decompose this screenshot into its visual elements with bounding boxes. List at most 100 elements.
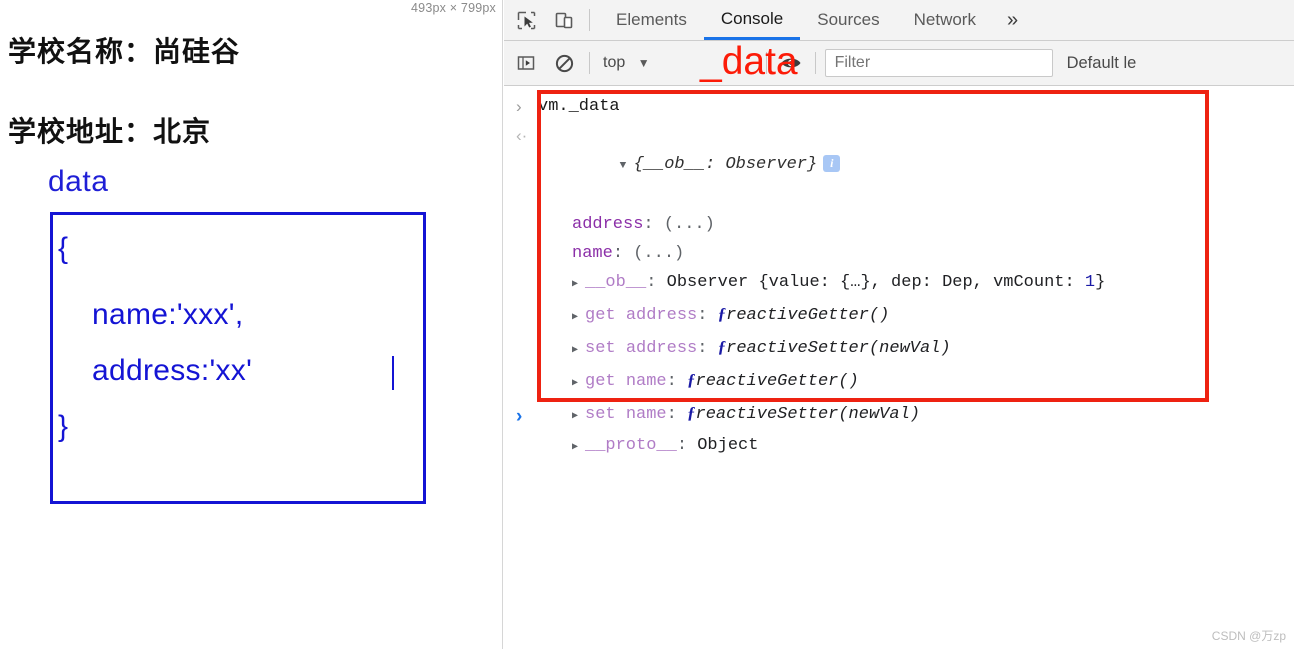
tab-network-label: Network bbox=[913, 10, 976, 29]
property-ob-key: __ob__ bbox=[585, 273, 647, 292]
devtools-panel: Elements Console Sources Network » top ▼… bbox=[504, 0, 1294, 649]
tab-sources-label: Sources bbox=[817, 10, 880, 29]
code-open-brace: { bbox=[58, 232, 69, 265]
property-ob-vmcount: 1 bbox=[1084, 273, 1096, 292]
property-name-value[interactable]: (...) bbox=[623, 244, 684, 263]
accessor-3-fn: reactiveSetter(newVal) bbox=[695, 405, 920, 424]
school-name-text: 学校名称：尚硅谷 bbox=[8, 36, 241, 67]
tab-network[interactable]: Network bbox=[897, 0, 993, 40]
accessor-0-prefix: get bbox=[585, 306, 626, 325]
property-proto-key: __proto__ bbox=[585, 436, 677, 455]
tab-sources[interactable]: Sources bbox=[800, 0, 896, 40]
accessor-1-fn-keyword: ƒ bbox=[717, 337, 727, 356]
property-address-sep: : bbox=[643, 215, 654, 234]
execution-context-label: top bbox=[603, 54, 626, 71]
code-close-brace: } bbox=[58, 410, 69, 443]
clear-console-icon[interactable] bbox=[548, 48, 580, 78]
property-address-key: address bbox=[572, 215, 644, 234]
accessor-2-fn: reactiveGetter() bbox=[695, 372, 859, 391]
result-head-wrapper: ▼ {__ob__: Observer} i bbox=[538, 121, 841, 210]
console-result-row[interactable]: ‹· ▼ {__ob__: Observer} i bbox=[504, 121, 1294, 210]
more-tabs-icon[interactable]: » bbox=[993, 0, 1032, 40]
school-address-text: 学校地址：北京 bbox=[8, 116, 212, 147]
log-level-selector[interactable]: Default le bbox=[1067, 54, 1137, 73]
accessor-1-key: address bbox=[625, 339, 698, 358]
accessor-3-fn-keyword: ƒ bbox=[687, 403, 696, 422]
property-ob-sep: : bbox=[646, 273, 667, 292]
toolbar-divider bbox=[589, 9, 590, 31]
execution-context-selector[interactable]: top ▼ bbox=[599, 54, 654, 72]
property-address: address: (...) bbox=[538, 210, 715, 239]
property-ob-value-prefix: Observer {value: {…}, dep: Dep, vmCount: bbox=[666, 273, 1085, 292]
accessor-1-prefix: set bbox=[585, 339, 626, 358]
accessor-2-sep: : bbox=[666, 372, 688, 391]
property-row-name[interactable]: name: (...) bbox=[504, 239, 1294, 268]
more-tabs-glyph: » bbox=[1006, 8, 1019, 31]
property-name: name: (...) bbox=[538, 239, 684, 268]
toolbar-divider-2 bbox=[589, 52, 590, 74]
property-name-key: name bbox=[572, 244, 613, 263]
data-annotation-label: data bbox=[48, 165, 109, 198]
expand-arrow-icon-3[interactable]: ▶ bbox=[572, 369, 585, 398]
code-name-property: name:'xxx', bbox=[92, 298, 244, 331]
accessor-0-fn: reactiveGetter() bbox=[726, 306, 890, 325]
prompt-out-icon: ‹· bbox=[516, 126, 528, 145]
inspect-element-icon[interactable] bbox=[510, 5, 542, 35]
property-proto-sep: : bbox=[676, 436, 698, 455]
accessor-2-key: name bbox=[625, 372, 667, 391]
property-row-proto[interactable]: ▶ __proto__: Object bbox=[504, 431, 1294, 462]
expand-arrow-icon-proto[interactable]: ▶ bbox=[572, 433, 585, 462]
expand-arrow-icon-ob[interactable]: ▶ bbox=[572, 270, 585, 299]
devtools-tabbar: Elements Console Sources Network » bbox=[504, 0, 1294, 41]
accessor-1-sep: : bbox=[697, 339, 718, 358]
accessor-set-name: ▶ set name: ƒreactiveSetter(newVal) bbox=[538, 398, 920, 431]
console-input-row[interactable]: › bbox=[516, 406, 522, 428]
device-toolbar-icon[interactable] bbox=[548, 5, 580, 35]
property-row-address[interactable]: address: (...) bbox=[504, 210, 1294, 239]
property-name-sep: : bbox=[612, 244, 624, 263]
info-icon[interactable]: i bbox=[823, 155, 841, 172]
live-expression-icon[interactable] bbox=[776, 49, 806, 77]
tab-elements-label: Elements bbox=[616, 10, 687, 29]
accessor-3-sep: : bbox=[666, 405, 688, 424]
accessor-row-set-name[interactable]: ▶ set name: ƒreactiveSetter(newVal) bbox=[504, 398, 1294, 431]
result-object-head: {__ob__: Observer} bbox=[633, 155, 818, 174]
console-command-row: › vm._data bbox=[504, 86, 1294, 121]
accessor-row-set-address[interactable]: ▶ set address: ƒreactiveSetter(newVal) bbox=[504, 332, 1294, 365]
toolbar-divider-4 bbox=[814, 52, 816, 74]
tab-console[interactable]: Console bbox=[703, 0, 801, 40]
accessor-row-get-address[interactable]: ▶ get address: ƒreactiveGetter() bbox=[504, 299, 1294, 332]
property-ob: ▶ __ob__: Observer {value: {…}, dep: Dep,… bbox=[538, 268, 1105, 299]
property-row-ob[interactable]: ▶ __ob__: Observer {value: {…}, dep: Dep,… bbox=[504, 268, 1294, 299]
expand-triangle-icon[interactable]: ▼ bbox=[620, 152, 634, 181]
expand-arrow-icon-1[interactable]: ▶ bbox=[572, 303, 585, 332]
accessor-set-address: ▶ set address: ƒreactiveSetter(newVal) bbox=[538, 332, 951, 365]
console-sidebar-icon[interactable] bbox=[510, 48, 542, 78]
property-proto: ▶ __proto__: Object bbox=[538, 431, 758, 462]
accessor-0-sep: : bbox=[697, 306, 718, 325]
chevron-down-icon: ▼ bbox=[637, 56, 650, 70]
property-proto-value[interactable]: Object bbox=[697, 436, 758, 455]
console-toolbar: top ▼ Default le _data bbox=[504, 40, 1294, 86]
accessor-1-fn: reactiveSetter(newVal) bbox=[726, 339, 951, 358]
accessor-2-prefix: get bbox=[585, 372, 626, 391]
accessor-get-address: ▶ get address: ƒreactiveGetter() bbox=[538, 299, 889, 332]
toolbar-divider-3 bbox=[765, 52, 767, 74]
watermark-text: CSDN @万zp bbox=[1211, 629, 1286, 643]
accessor-3-prefix: set bbox=[585, 405, 626, 424]
prompt-in-icon: › bbox=[516, 97, 522, 116]
expand-arrow-icon-4[interactable]: ▶ bbox=[572, 402, 585, 431]
expand-arrow-icon-2[interactable]: ▶ bbox=[572, 336, 585, 365]
accessor-0-key: address bbox=[625, 306, 698, 325]
tab-elements[interactable]: Elements bbox=[599, 0, 704, 40]
code-address-property: address:'xx' bbox=[92, 354, 253, 387]
property-ob-value-suffix: } bbox=[1095, 273, 1106, 292]
console-output[interactable]: › vm._data ‹· ▼ {__ob__: Observer} i addre… bbox=[504, 86, 1294, 649]
accessor-0-fn-keyword: ƒ bbox=[717, 304, 727, 323]
property-address-value[interactable]: (...) bbox=[654, 215, 715, 234]
tab-console-label: Console bbox=[720, 8, 784, 28]
text-cursor bbox=[392, 356, 394, 390]
accessor-row-get-name[interactable]: ▶ get name: ƒreactiveGetter() bbox=[504, 365, 1294, 398]
console-filter-input[interactable] bbox=[824, 49, 1053, 77]
log-level-label: Default le bbox=[1066, 53, 1137, 72]
